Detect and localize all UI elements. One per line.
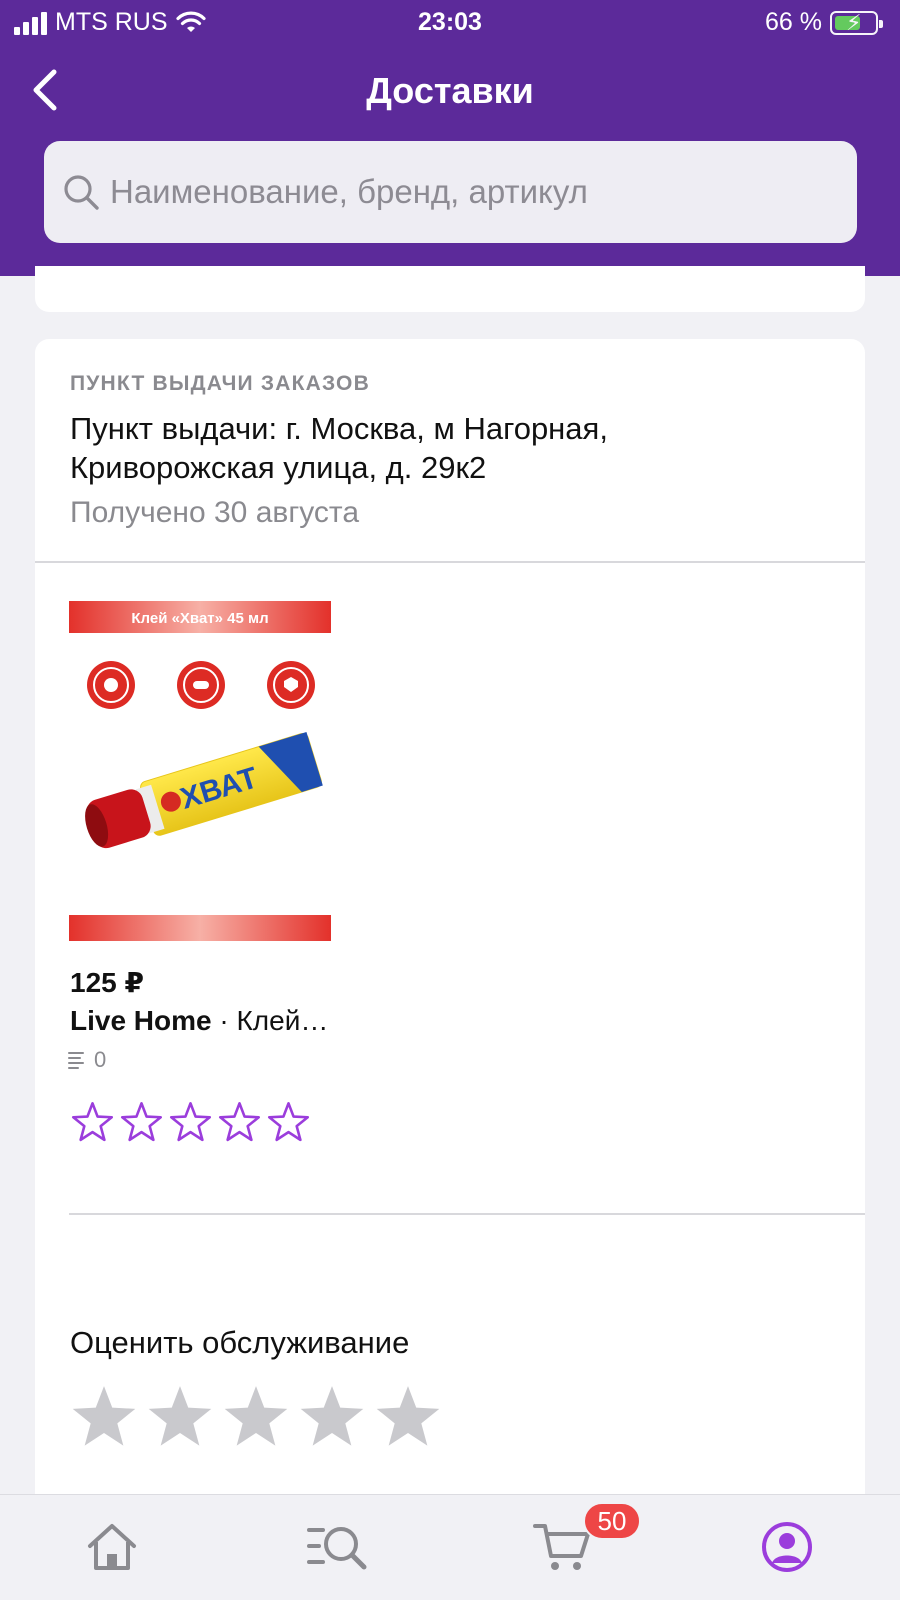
search-input[interactable]: [110, 173, 850, 211]
reviews-count-value: 0: [94, 1047, 107, 1072]
bottom-nav: 50: [0, 1494, 900, 1600]
badge-icons: [87, 661, 315, 709]
product-rating-star-3: [169, 1101, 212, 1142]
service-rating-star-4[interactable]: [297, 1383, 367, 1453]
delivery-type-label: ПУНКТ ВЫДАЧИ ЗАКАЗОВ: [70, 372, 370, 395]
delivery-status: Получено 30 августа: [70, 496, 360, 529]
product-title[interactable]: Live Home · Клей…: [70, 1005, 328, 1037]
charging-bolt-icon: ⚡: [846, 9, 862, 35]
reviews-count: 0: [68, 1047, 106, 1073]
rate-service-title: Оценить обслуживание: [70, 1325, 410, 1360]
divider: [35, 561, 865, 563]
search-bar[interactable]: [44, 141, 857, 243]
search-icon: [64, 175, 99, 210]
product-rating-star-4: [218, 1101, 261, 1142]
service-rating-star-1[interactable]: [69, 1383, 139, 1453]
glue-tube: ХВАТ: [85, 732, 323, 849]
status-right: 66 % ⚡: [765, 8, 883, 37]
product-name: · Клей…: [211, 1005, 329, 1036]
product-photo: Клей «Хват» 45 мл ХВАТ: [69, 601, 331, 941]
product-rating-star-5: [267, 1101, 310, 1142]
package-banner-text: Клей «Хват» 45 мл: [131, 610, 268, 627]
service-rating[interactable]: [69, 1383, 443, 1453]
service-rating-star-3[interactable]: [221, 1383, 291, 1453]
reviews-icon: [68, 1052, 84, 1069]
product-rating-star-2: [120, 1101, 163, 1142]
header: MTS RUS 23:03 66 % ⚡ Доставки: [0, 0, 900, 276]
product-price: 125 ₽: [70, 967, 144, 998]
product-rating-star-1: [71, 1101, 114, 1142]
cart-badge: 50: [583, 1502, 641, 1540]
home-icon: [88, 1524, 136, 1570]
product-image[interactable]: Клей «Хват» 45 мл ХВАТ: [69, 601, 331, 941]
profile-icon: [762, 1522, 812, 1572]
product-brand: Live Home: [70, 1005, 212, 1036]
nav-home[interactable]: [77, 1517, 147, 1577]
page-title: Доставки: [366, 70, 534, 111]
pickup-address: Пункт выдачи: г. Москва, м Нагорная, Кри…: [70, 411, 608, 485]
nav-catalog[interactable]: [303, 1517, 373, 1577]
catalog-search-icon: [307, 1527, 367, 1570]
divider: [69, 1213, 865, 1215]
service-rating-star-2[interactable]: [145, 1383, 215, 1453]
nav-profile[interactable]: [752, 1517, 822, 1577]
battery-cap: [879, 19, 883, 28]
previous-delivery-card: [35, 266, 865, 312]
service-rating-star-5[interactable]: [373, 1383, 443, 1453]
product-rating: [71, 1101, 310, 1144]
battery-icon: ⚡: [830, 9, 883, 35]
status-bar: MTS RUS 23:03 66 % ⚡: [0, 0, 900, 48]
delivery-card: ПУНКТ ВЫДАЧИ ЗАКАЗОВ Пункт выдачи: г. Мо…: [35, 339, 865, 1499]
battery-percent: 66 %: [765, 8, 822, 36]
